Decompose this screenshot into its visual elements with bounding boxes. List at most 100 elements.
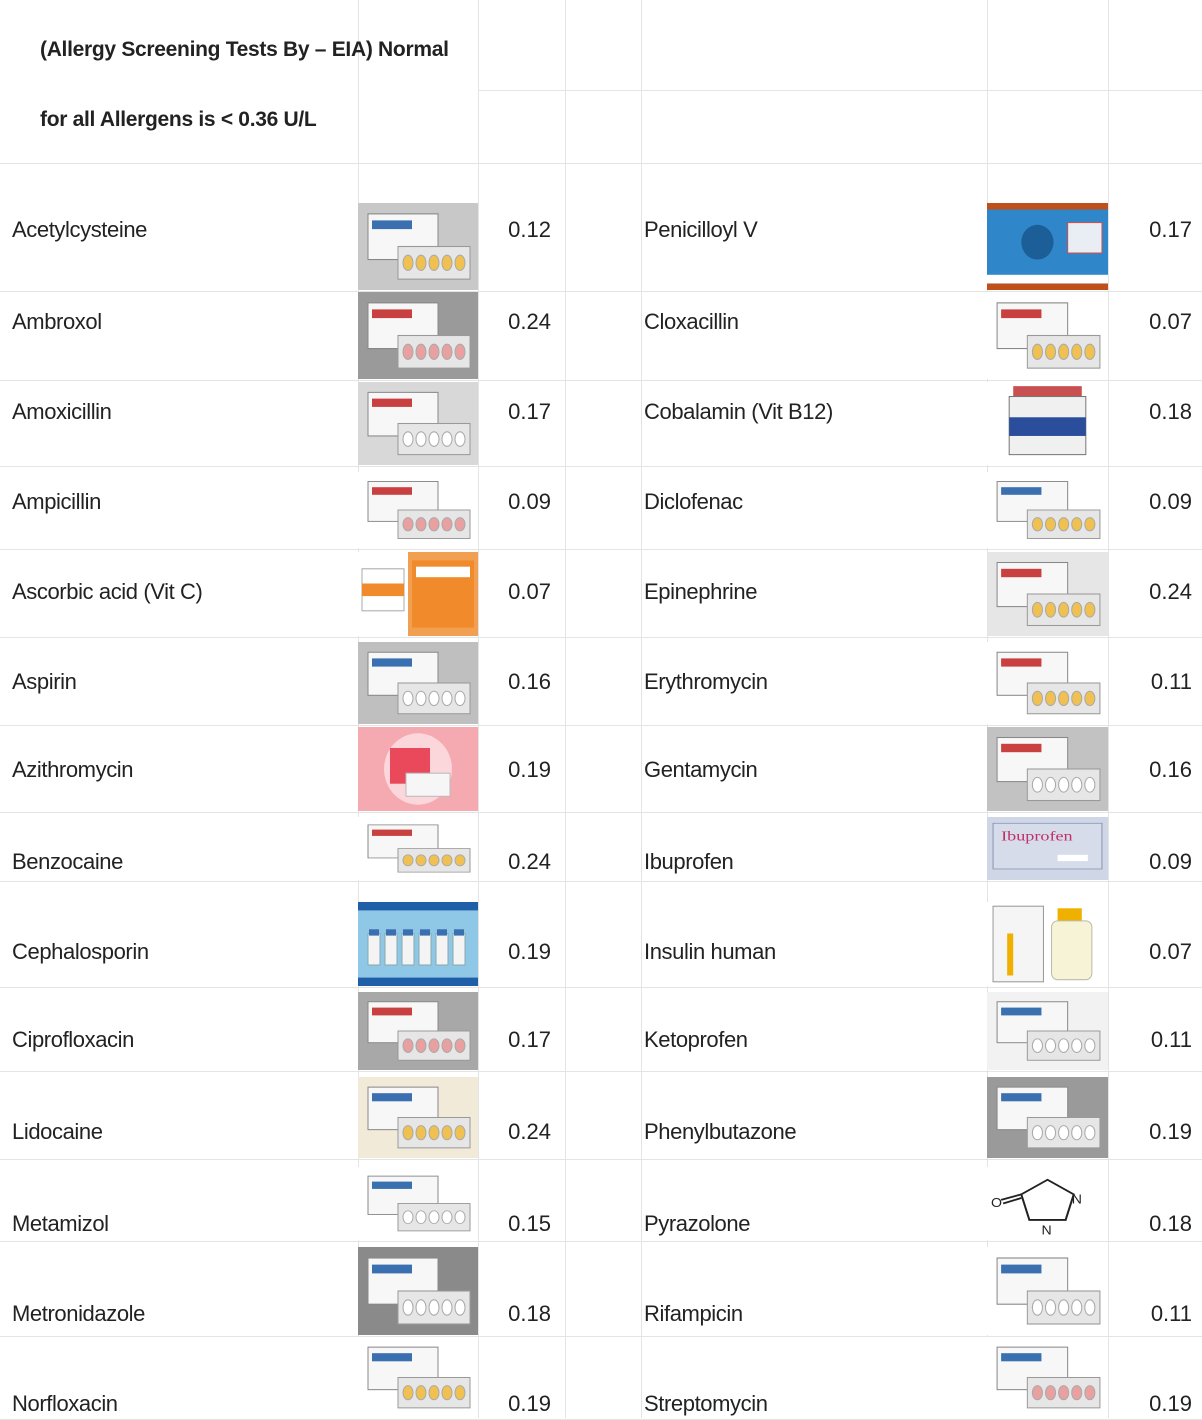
- header-line-1: (Allergy Screening Tests By – EIA) Norma…: [40, 38, 449, 61]
- ketoprofen-box-image: [987, 992, 1108, 1070]
- allergen-value: 0.24: [508, 849, 551, 874]
- allergen-value: 0.11: [1150, 669, 1192, 694]
- allergen-value: 0.19: [1149, 1391, 1192, 1416]
- allergen-value: 0.17: [508, 399, 551, 424]
- pyrazolone-structure-image: O N N: [987, 1167, 1108, 1240]
- svg-text:N: N: [1041, 1223, 1051, 1237]
- allergen-name: Erythromycin: [644, 669, 768, 694]
- allergen-value: 0.16: [1149, 757, 1192, 782]
- grid-line: [0, 549, 1202, 550]
- grid-line: [0, 987, 1202, 988]
- grid-line: [1108, 0, 1109, 1418]
- auto-injector-image: [987, 552, 1108, 636]
- tablet-box-image: [358, 1337, 478, 1418]
- allergen-name: Ciprofloxacin: [12, 1027, 134, 1052]
- ibuprofen-box-image: Ibuprofen: [987, 817, 1108, 880]
- allergen-value: 0.16: [508, 669, 551, 694]
- red-capsule-box-image: [358, 472, 478, 548]
- grid-line: [0, 812, 1202, 813]
- grid-line: [0, 380, 1202, 381]
- cream-tube-image: [358, 1077, 478, 1158]
- allergen-value: 0.19: [1149, 1119, 1192, 1144]
- allergen-value: 0.19: [508, 757, 551, 782]
- grid-line: [0, 466, 1202, 467]
- pill-box-blister-image: [358, 203, 478, 290]
- infusion-bottle-image: [358, 992, 478, 1070]
- allergen-value: 0.18: [1149, 399, 1192, 424]
- svg-text:Ibuprofen: Ibuprofen: [1001, 828, 1072, 845]
- white-pill-box-image: [358, 1167, 478, 1240]
- allergen-value: 0.12: [508, 217, 551, 242]
- allergen-name: Lidocaine: [12, 1119, 103, 1144]
- allergen-name: Cobalamin (Vit B12): [644, 399, 833, 424]
- allergen-value: 0.19: [508, 939, 551, 964]
- allergen-name: Insulin human: [644, 939, 776, 964]
- vial-row-image: [358, 902, 478, 986]
- allergen-value: 0.07: [1149, 939, 1192, 964]
- tablet-blister-image: [358, 642, 478, 724]
- allergen-name: Amoxicillin: [12, 399, 112, 424]
- allergen-name: Rifampicin: [644, 1301, 743, 1326]
- header-cell: (Allergy Screening Tests By – EIA) Norma…: [0, 0, 449, 163]
- allergen-name: Norfloxacin: [12, 1391, 118, 1416]
- blue-medicine-card-image: [987, 203, 1108, 290]
- allergen-name: Ambroxol: [12, 309, 102, 334]
- allergen-value: 0.15: [508, 1211, 551, 1236]
- grid-line: [478, 0, 479, 1418]
- allergen-name: Acetylcysteine: [12, 217, 148, 242]
- allergen-value: 0.24: [508, 309, 551, 334]
- yellow-box-image: [987, 472, 1108, 548]
- allergen-name: Penicilloyl V: [644, 217, 758, 242]
- allergen-name: Ibuprofen: [644, 849, 734, 874]
- allergen-value: 0.18: [508, 1301, 551, 1326]
- allergen-name: Azithromycin: [12, 757, 134, 782]
- allergen-value: 0.09: [508, 489, 551, 514]
- allergen-value: 0.11: [1150, 1301, 1192, 1326]
- allergen-name: Streptomycin: [644, 1391, 768, 1416]
- grid-line: [478, 90, 1202, 91]
- allergen-name: Pyrazolone: [644, 1211, 751, 1236]
- b12-jar-image: [987, 382, 1108, 465]
- allergen-name: Ampicillin: [12, 489, 101, 514]
- insulin-vial-image: [987, 902, 1108, 986]
- allergen-name: Metamizol: [12, 1211, 109, 1236]
- grey-box-image: [987, 1077, 1108, 1158]
- pink-pill-box-image: [358, 727, 478, 811]
- allergen-name: Cephalosporin: [12, 939, 149, 964]
- allergen-name: Diclofenac: [644, 489, 743, 514]
- allergen-name: Benzocaine: [12, 849, 123, 874]
- ointment-tube-image: [358, 817, 478, 880]
- grid-line: [565, 0, 566, 1418]
- allergen-value: 0.17: [1149, 217, 1192, 242]
- allergen-value: 0.24: [508, 1119, 551, 1144]
- vial-and-box-image: [987, 1337, 1108, 1418]
- allergen-value: 0.18: [1149, 1211, 1192, 1236]
- capsule-box-image: [358, 382, 478, 465]
- pink-tablet-blister-image: [987, 642, 1108, 724]
- grid-line: [0, 1071, 1202, 1072]
- capsule-carton-image: [987, 1247, 1108, 1335]
- capsule-strip-image: [987, 292, 1108, 379]
- grid-line: [0, 725, 1202, 726]
- grid-line: [0, 637, 1202, 638]
- syrup-box-image: [358, 292, 478, 379]
- allergen-value: 0.07: [508, 579, 551, 604]
- grid-line: [0, 163, 1202, 164]
- allergen-name: Metronidazole: [12, 1301, 145, 1326]
- allergen-value: 0.07: [1149, 309, 1192, 334]
- vitamin-c-pack-image: [358, 552, 478, 636]
- allergen-value: 0.19: [508, 1391, 551, 1416]
- allergen-name: Cloxacillin: [644, 309, 739, 334]
- allergen-name: Ketoprofen: [644, 1027, 748, 1052]
- allergen-value: 0.09: [1149, 849, 1192, 874]
- allergen-name: Gentamycin: [644, 757, 758, 782]
- allergen-value: 0.24: [1149, 579, 1192, 604]
- ampoule-box-image: [987, 727, 1108, 811]
- allergen-name: Ascorbic acid (Vit C): [12, 579, 203, 604]
- allergen-name: Phenylbutazone: [644, 1119, 797, 1144]
- allergen-name: Epinephrine: [644, 579, 758, 604]
- gel-tube-image: [358, 1247, 478, 1335]
- svg-text:N: N: [1072, 1192, 1082, 1206]
- allergen-value: 0.17: [508, 1027, 551, 1052]
- allergen-name: Aspirin: [12, 669, 77, 694]
